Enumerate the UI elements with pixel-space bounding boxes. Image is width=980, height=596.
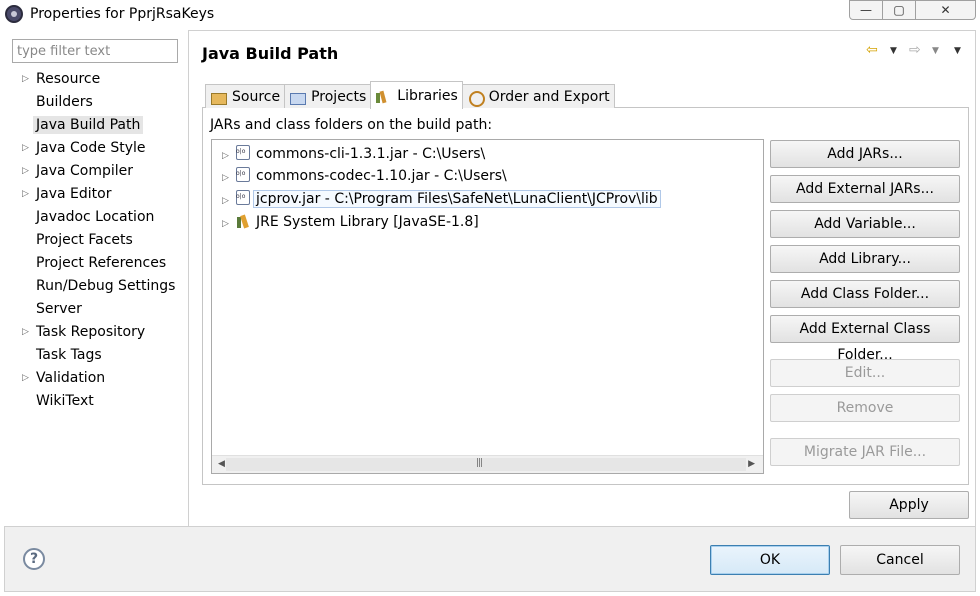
tab-order-and-export[interactable]: Order and Export	[461, 84, 615, 108]
expand-arrow-icon[interactable]: ▷	[22, 160, 29, 183]
remove-button[interactable]: Remove	[770, 394, 960, 422]
cancel-button[interactable]: Cancel	[840, 545, 960, 575]
back-arrow-icon[interactable]: ⇦	[866, 42, 878, 58]
nav-item-label: Server	[36, 301, 82, 317]
list-item[interactable]: ▷ commons-cli-1.3.1.jar - C:\Users\	[222, 143, 485, 165]
libraries-icon	[375, 89, 391, 103]
expand-arrow-icon[interactable]: ▷	[222, 167, 236, 189]
scroll-right-icon[interactable]: ▶	[748, 459, 755, 469]
ok-button[interactable]: OK	[710, 545, 830, 575]
minimize-button[interactable]: —	[849, 0, 883, 20]
jar-icon	[236, 167, 250, 182]
nav-item-java-code-style[interactable]: ▷ Java Code Style	[20, 137, 175, 160]
nav-item-label: WikiText	[36, 393, 94, 409]
nav-item-label: Task Tags	[36, 347, 102, 363]
entry-label: commons-cli-1.3.1.jar - C:\Users\	[256, 146, 486, 162]
back-dropdown-icon[interactable]: ▼	[890, 46, 897, 56]
nav-item-task-repository[interactable]: ▷ Task Repository	[20, 321, 175, 344]
entry-label: commons-codec-1.10.jar - C:\Users\	[256, 168, 507, 184]
window-title: Properties for PprjRsaKeys	[30, 6, 215, 22]
entry-label: JRE System Library [JavaSE-1.8]	[256, 214, 479, 230]
nav-item-label: Project Facets	[36, 232, 133, 248]
horizontal-scrollbar[interactable]: ◀ ||| ▶	[212, 455, 763, 473]
list-item[interactable]: ▷ jcprov.jar - C:\Program Files\SafeNet\L…	[222, 188, 661, 210]
projects-folder-icon	[289, 90, 307, 105]
nav-item-label: Validation	[36, 370, 106, 386]
add-external-jars-button[interactable]: Add External JARs...	[770, 175, 960, 203]
tab-label: Projects	[311, 88, 367, 105]
expand-arrow-icon[interactable]: ▷	[222, 145, 236, 167]
jar-icon	[236, 145, 250, 160]
add-variable-button[interactable]: Add Variable...	[770, 210, 960, 238]
expand-arrow-icon[interactable]: ▷	[22, 137, 29, 160]
nav-item-label: Java Build Path	[33, 116, 144, 134]
nav-item-javadoc-location[interactable]: Javadoc Location	[20, 206, 175, 229]
nav-item-java-compiler[interactable]: ▷ Java Compiler	[20, 160, 175, 183]
expand-arrow-icon[interactable]: ▷	[22, 183, 29, 206]
page-title: Java Build Path	[202, 44, 339, 63]
nav-item-label: Project References	[36, 255, 167, 271]
nav-item-validation[interactable]: ▷ Validation	[20, 367, 175, 390]
add-library-button[interactable]: Add Library...	[770, 245, 960, 273]
library-tree[interactable]: ▷ commons-cli-1.3.1.jar - C:\Users\ ▷ comm…	[211, 139, 764, 474]
nav-item-label: Run/Debug Settings	[36, 278, 176, 294]
apply-button[interactable]: Apply	[849, 491, 969, 519]
expand-arrow-icon[interactable]: ▷	[22, 367, 29, 390]
scroll-left-icon[interactable]: ◀	[218, 459, 225, 469]
tab-source[interactable]: Source	[205, 84, 286, 108]
tab-projects[interactable]: Projects	[284, 84, 372, 108]
build-path-tabs: Source Projects Libraries Order and Expo…	[205, 81, 615, 109]
add-class-folder-button[interactable]: Add Class Folder...	[770, 280, 960, 308]
nav-item-run-debug-settings[interactable]: Run/Debug Settings	[20, 275, 175, 298]
expand-arrow-icon[interactable]: ▷	[22, 321, 29, 344]
nav-item-label: Resource	[36, 71, 101, 87]
scrollbar-grip-icon: |||	[476, 458, 483, 468]
nav-item-server[interactable]: Server	[20, 298, 175, 321]
nav-item-label: Java Compiler	[36, 163, 134, 179]
maximize-button[interactable]: ▢	[882, 0, 916, 20]
nav-item-java-build-path[interactable]: Java Build Path	[20, 114, 175, 137]
jar-icon	[236, 190, 250, 205]
add-external-class-folder-button[interactable]: Add External Class Folder...	[770, 315, 960, 363]
view-menu-icon[interactable]: ▼	[954, 46, 961, 56]
build-path-label: JARs and class folders on the build path…	[210, 117, 493, 133]
tab-label: Order and Export	[488, 88, 610, 105]
add-jars-button[interactable]: Add JARs...	[770, 140, 960, 168]
edit-button[interactable]: Edit...	[770, 359, 960, 387]
nav-item-label: Builders	[36, 94, 93, 110]
forward-dropdown-icon[interactable]: ▼	[932, 46, 939, 56]
help-icon[interactable]: ?	[23, 548, 45, 570]
filter-input[interactable]	[12, 39, 178, 63]
scrollbar-thumb[interactable]	[226, 458, 746, 471]
close-window-button[interactable]: ✕	[915, 0, 976, 20]
tab-label: Libraries	[397, 87, 458, 104]
nav-tree: ▷ Resource Builders Java Build Path ▷ Java…	[20, 68, 175, 413]
nav-item-builders[interactable]: Builders	[20, 91, 175, 114]
migrate-jar-button[interactable]: Migrate JAR File...	[770, 438, 960, 466]
forward-arrow-icon[interactable]: ⇨	[909, 42, 921, 58]
nav-item-resource[interactable]: ▷ Resource	[20, 68, 175, 91]
tab-label: Source	[232, 88, 281, 105]
entry-label: jcprov.jar - C:\Program Files\SafeNet\Lu…	[253, 190, 661, 208]
list-item[interactable]: ▷ JRE System Library [JavaSE-1.8]	[222, 211, 479, 233]
expand-arrow-icon[interactable]: ▷	[22, 68, 29, 91]
source-folder-icon	[210, 90, 227, 105]
nav-item-label: Java Code Style	[36, 140, 146, 156]
nav-item-task-tags[interactable]: Task Tags	[20, 344, 175, 367]
nav-item-label: Javadoc Location	[36, 209, 155, 225]
eclipse-app-icon	[5, 5, 23, 23]
nav-item-project-facets[interactable]: Project Facets	[20, 229, 175, 252]
nav-item-wikitext[interactable]: WikiText	[20, 390, 175, 413]
title-bar: Properties for PprjRsaKeys — ▢ ✕	[0, 0, 980, 30]
jre-library-icon	[236, 214, 250, 228]
tab-libraries[interactable]: Libraries	[370, 81, 463, 109]
expand-arrow-icon[interactable]: ▷	[222, 213, 236, 235]
nav-item-label: Task Repository	[36, 324, 146, 340]
nav-item-label: Java Editor	[36, 186, 112, 202]
order-export-icon	[467, 90, 485, 107]
expand-arrow-icon[interactable]: ▷	[222, 190, 236, 212]
list-item[interactable]: ▷ commons-codec-1.10.jar - C:\Users\	[222, 165, 507, 187]
nav-item-project-references[interactable]: Project References	[20, 252, 175, 275]
nav-item-java-editor[interactable]: ▷ Java Editor	[20, 183, 175, 206]
